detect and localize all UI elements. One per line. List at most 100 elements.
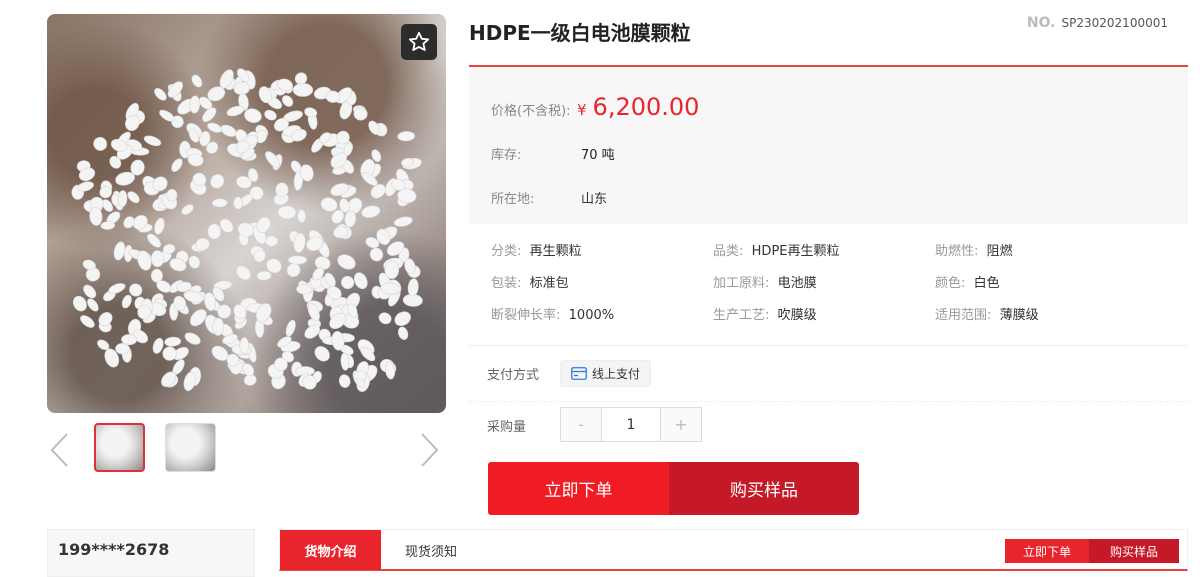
order-now-button[interactable]: 立即下单 xyxy=(488,462,669,515)
pellet xyxy=(353,272,368,290)
pellet xyxy=(123,216,135,229)
pellet xyxy=(207,122,223,133)
quantity-stepper: - + xyxy=(560,407,702,442)
pellet xyxy=(265,235,278,247)
pellet xyxy=(184,332,201,345)
quantity-increment-button[interactable]: + xyxy=(661,408,701,441)
product-title: HDPE一级白电池膜颗粒 xyxy=(469,21,691,45)
pellet xyxy=(233,196,244,210)
attribute-item: 适用范围: 薄膜级 xyxy=(935,304,1039,323)
stock-label: 库存: xyxy=(491,148,522,163)
pellet xyxy=(83,284,97,299)
pellet xyxy=(338,374,351,388)
pellet xyxy=(239,337,250,355)
pellet xyxy=(154,87,167,101)
pellet xyxy=(191,74,203,88)
attribute-key: 加工原料: xyxy=(713,276,770,291)
pellet xyxy=(121,334,138,346)
sticky-order-now-button[interactable]: 立即下单 xyxy=(1005,539,1089,563)
pellet xyxy=(80,315,95,328)
attribute-item: 断裂伸长率: 1000% xyxy=(491,304,614,323)
price-value: ¥ 6,200.00 xyxy=(577,93,699,121)
pellet xyxy=(285,319,296,337)
payment-method-label: 线上支付 xyxy=(592,367,641,381)
thumbnail-1[interactable] xyxy=(94,423,145,472)
card-icon xyxy=(571,367,587,380)
attribute-value: 阻燃 xyxy=(986,244,1013,259)
pellet xyxy=(337,254,356,270)
pellet xyxy=(287,255,308,265)
pellet xyxy=(212,198,228,208)
price-amount: 6,200.00 xyxy=(592,93,700,121)
attribute-key: 生产工艺: xyxy=(713,308,770,323)
pellet xyxy=(407,278,419,297)
pellet xyxy=(164,336,182,347)
pellet xyxy=(143,135,162,147)
favorite-button[interactable] xyxy=(401,24,437,60)
tab-goods-intro[interactable]: 货物介绍 xyxy=(280,530,381,570)
attribute-item: 加工原料: 电池膜 xyxy=(713,272,817,291)
quantity-decrement-button[interactable]: - xyxy=(561,408,601,441)
pellet xyxy=(341,275,355,290)
attribute-value: 标准包 xyxy=(529,276,569,291)
stock-value: 70 吨 xyxy=(581,148,615,163)
pellet xyxy=(393,216,413,227)
attribute-value: 电池膜 xyxy=(777,276,817,291)
price-label: 价格(不含税): xyxy=(491,104,571,119)
pellet xyxy=(397,131,416,142)
pellet xyxy=(264,109,277,121)
quantity-input[interactable] xyxy=(601,408,661,441)
divider xyxy=(469,401,1188,402)
chevron-left-icon xyxy=(50,433,68,467)
attribute-value: 吹膜级 xyxy=(777,308,817,323)
attribute-value: 再生颗粒 xyxy=(529,244,582,259)
buy-sample-button[interactable]: 购买样品 xyxy=(669,462,859,515)
pellet xyxy=(171,158,183,172)
attribute-item: 助燃性: 阻燃 xyxy=(935,240,1013,259)
product-main-image[interactable] xyxy=(47,14,446,413)
pellet xyxy=(292,83,314,97)
gallery-next-button[interactable] xyxy=(418,430,442,470)
attribute-item: 生产工艺: 吹膜级 xyxy=(713,304,817,323)
pellet xyxy=(353,370,368,381)
payment-label: 支付方式 xyxy=(487,368,540,383)
pellet xyxy=(72,295,87,312)
pellet xyxy=(93,136,108,151)
attribute-key: 包装: xyxy=(491,276,522,291)
pellet xyxy=(256,270,272,281)
star-outline-icon xyxy=(408,31,430,51)
pellet xyxy=(378,312,392,325)
gallery-prev-button[interactable] xyxy=(47,430,71,470)
pellet xyxy=(275,182,289,198)
product-number-value: SP230202100001 xyxy=(1061,16,1168,30)
product-number: NO. SP230202100001 xyxy=(1027,15,1168,31)
location-label: 所在地: xyxy=(491,192,535,207)
pellet xyxy=(87,298,99,312)
payment-method-tag[interactable]: 线上支付 xyxy=(560,360,652,387)
sticky-buy-sample-button[interactable]: 购买样品 xyxy=(1089,539,1179,563)
pellet xyxy=(154,217,165,235)
pellet xyxy=(147,233,162,248)
pellet xyxy=(384,260,400,279)
location-value: 山东 xyxy=(581,192,608,207)
tab-spot-notice[interactable]: 现货须知 xyxy=(381,530,481,570)
attribute-key: 断裂伸长率: xyxy=(491,308,561,323)
pellet xyxy=(181,204,194,215)
pellet xyxy=(277,205,297,220)
divider xyxy=(469,345,1188,346)
pellet xyxy=(314,346,330,362)
pellet xyxy=(100,221,116,230)
thumbnail-2[interactable] xyxy=(165,423,216,472)
pellet xyxy=(236,265,251,281)
currency-symbol: ¥ xyxy=(577,101,587,119)
pellet xyxy=(281,95,294,107)
pellet xyxy=(127,191,140,204)
pellet xyxy=(394,311,411,326)
attribute-value: 薄膜级 xyxy=(999,308,1039,323)
pellet xyxy=(369,247,384,262)
attribute-key: 助燃性: xyxy=(935,244,979,259)
pellet xyxy=(189,95,201,114)
pellet xyxy=(150,250,165,268)
attribute-key: 分类: xyxy=(491,244,522,259)
price-panel: 价格(不含税): ¥ 6,200.00 库存: 70 吨 所在地: 山东 xyxy=(469,65,1188,224)
